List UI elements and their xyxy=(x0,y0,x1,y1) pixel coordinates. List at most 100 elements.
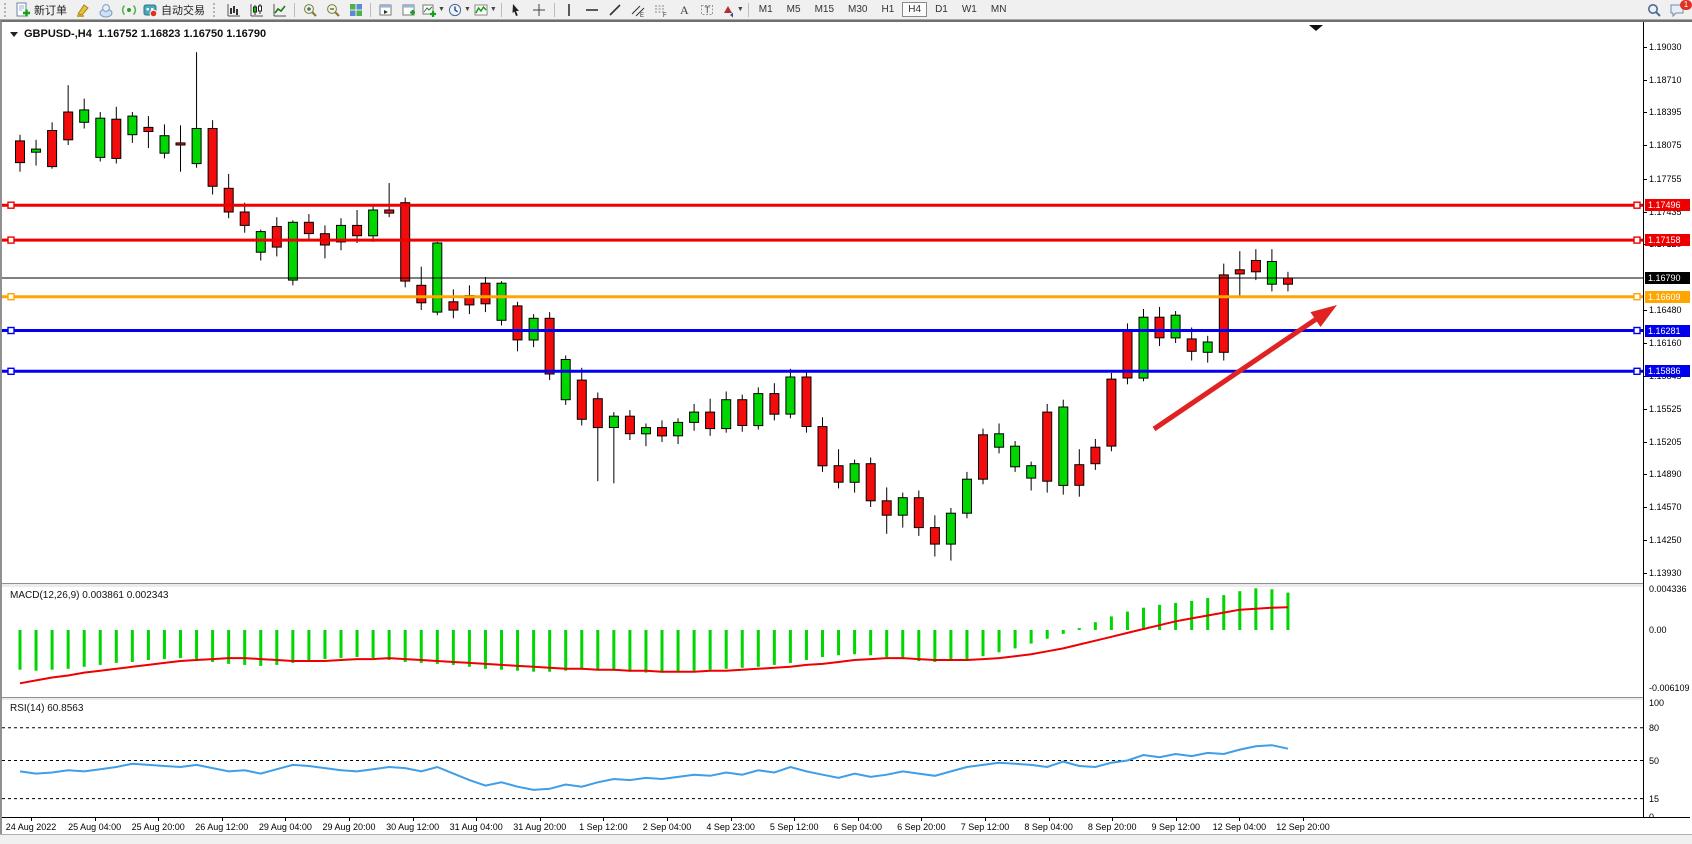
svg-text:A: A xyxy=(680,3,689,17)
chart-ohlc-values: 1.16752 1.16823 1.16750 1.16790 xyxy=(98,28,266,40)
hline-price-badge: 1.17158 xyxy=(1645,234,1690,246)
timeframe-button-mn[interactable]: MN xyxy=(985,2,1013,17)
price-tick-label: 1.15205 xyxy=(1649,437,1682,447)
new-window-button[interactable] xyxy=(397,1,420,19)
fibonacci-tool[interactable]: F xyxy=(650,1,673,19)
timeframe-button-h1[interactable]: H1 xyxy=(875,2,900,17)
rsi-legend: RSI(14) 60.8563 xyxy=(10,703,83,714)
toolbar-separator xyxy=(554,3,555,17)
indicators-button[interactable]: ▼ xyxy=(472,1,498,19)
price-tick-mark xyxy=(1644,343,1647,344)
notification-badge: 1 xyxy=(1680,0,1692,10)
new-order-button[interactable]: 新订单 xyxy=(13,1,71,19)
chart-legend: GBPUSD-,H4 1.16752 1.16823 1.16750 1.167… xyxy=(10,28,266,40)
text-tool[interactable]: A xyxy=(673,1,696,19)
new-chart-button[interactable]: ▼ xyxy=(420,1,446,19)
channel-tool[interactable]: E xyxy=(627,1,650,19)
time-tick-label: 9 Sep 12:00 xyxy=(1152,822,1201,832)
timeframe-button-h4[interactable]: H4 xyxy=(902,2,927,17)
tile-windows-button[interactable] xyxy=(344,1,367,19)
time-tick-mark xyxy=(349,818,350,821)
timeframe-button-m5[interactable]: M5 xyxy=(781,2,807,17)
toolbar-separator xyxy=(748,3,749,17)
toolbar-grip xyxy=(213,3,219,17)
crosshair-tool-button[interactable] xyxy=(528,1,551,19)
time-tick-label: 8 Sep 04:00 xyxy=(1024,822,1073,832)
time-tick-mark xyxy=(731,818,732,821)
label-tool[interactable]: T xyxy=(696,1,719,19)
line-handle[interactable] xyxy=(8,237,14,243)
hline-price-badge: 1.16281 xyxy=(1645,325,1690,337)
timeframe-button-m15[interactable]: M15 xyxy=(809,2,840,17)
price-tick-label: 1.14250 xyxy=(1649,535,1682,545)
timeframe-button-m1[interactable]: M1 xyxy=(753,2,779,17)
time-tick-label: 26 Aug 12:00 xyxy=(195,822,248,832)
timeframe-button-w1[interactable]: W1 xyxy=(956,2,983,17)
window-list-button[interactable] xyxy=(374,1,397,19)
timeframe-button-d1[interactable]: D1 xyxy=(929,2,954,17)
time-tick-mark xyxy=(603,818,604,821)
chart-symbol: GBPUSD-,H4 xyxy=(24,28,92,40)
period-button[interactable]: ▼ xyxy=(446,1,472,19)
price-tick-label: 1.16480 xyxy=(1649,305,1682,315)
autotrade-label: 自动交易 xyxy=(161,2,205,18)
zoom-in-button[interactable] xyxy=(298,1,321,19)
line-handle[interactable] xyxy=(8,294,14,300)
chart-plot[interactable] xyxy=(2,22,1690,835)
line-handle[interactable] xyxy=(1634,328,1640,334)
bar-chart-button[interactable] xyxy=(222,1,245,19)
price-tick-mark xyxy=(1644,80,1647,81)
line-chart-button[interactable] xyxy=(268,1,291,19)
rsi-series xyxy=(2,728,1643,799)
cursor-tool-button[interactable] xyxy=(505,1,528,19)
vertical-line-tool[interactable] xyxy=(558,1,581,19)
time-tick-mark xyxy=(1112,818,1113,821)
chat-icon[interactable]: 1 xyxy=(1665,1,1688,19)
timeframe-button-m30[interactable]: M30 xyxy=(842,2,873,17)
arrows-tool[interactable]: ▼ xyxy=(719,1,745,19)
line-handle[interactable] xyxy=(1634,368,1640,374)
symbol-dropdown-icon[interactable] xyxy=(10,32,18,37)
candle-chart-button[interactable] xyxy=(245,1,268,19)
time-tick-label: 5 Sep 12:00 xyxy=(770,822,819,832)
highlighter-icon[interactable] xyxy=(71,1,94,19)
mt4-window: 新订单自动交易▼▼▼EFAT▼M1M5M15M30H1H4D1W1MN1 GBP… xyxy=(0,0,1692,844)
time-tick-label: 12 Sep 04:00 xyxy=(1213,822,1267,832)
price-tick-label: 1.18075 xyxy=(1649,140,1682,150)
horizontal-line-tool[interactable] xyxy=(581,1,604,19)
rsi-axis-label: 15 xyxy=(1649,794,1659,804)
chart-window[interactable]: GBPUSD-,H4 1.16752 1.16823 1.16750 1.167… xyxy=(0,20,1692,837)
price-tick-mark xyxy=(1644,507,1647,508)
toolbar: 新订单自动交易▼▼▼EFAT▼M1M5M15M30H1H4D1W1MN1 xyxy=(0,0,1692,20)
line-handle[interactable] xyxy=(8,328,14,334)
new-order-label: 新订单 xyxy=(34,2,67,18)
price-tick-label: 1.14570 xyxy=(1649,502,1682,512)
time-tick-mark xyxy=(1049,818,1050,821)
line-handle[interactable] xyxy=(1634,294,1640,300)
signal-icon[interactable] xyxy=(117,1,140,19)
zoom-out-button[interactable] xyxy=(321,1,344,19)
hline-price-badge: 1.15886 xyxy=(1645,365,1690,377)
time-tick-label: 29 Aug 04:00 xyxy=(259,822,312,832)
price-tick-label: 1.18395 xyxy=(1649,107,1682,117)
price-tick-mark xyxy=(1644,310,1647,311)
trendline-tool[interactable] xyxy=(604,1,627,19)
community-icon[interactable] xyxy=(94,1,117,19)
line-handle[interactable] xyxy=(1634,237,1640,243)
time-tick-label: 30 Aug 12:00 xyxy=(386,822,439,832)
time-tick-mark xyxy=(1303,818,1304,821)
search-icon[interactable] xyxy=(1642,1,1665,19)
price-tick-label: 1.14890 xyxy=(1649,469,1682,479)
line-handle[interactable] xyxy=(8,368,14,374)
line-handle[interactable] xyxy=(8,202,14,208)
time-tick-label: 1 Sep 12:00 xyxy=(579,822,628,832)
chart-shift-marker-icon[interactable] xyxy=(1309,25,1323,31)
price-tick-label: 1.15525 xyxy=(1649,404,1682,414)
time-tick-mark xyxy=(667,818,668,821)
price-tick-mark xyxy=(1644,442,1647,443)
autotrade-button[interactable]: 自动交易 xyxy=(140,1,209,19)
price-axis[interactable]: 1.190301.187101.183951.180751.177551.174… xyxy=(1643,22,1691,817)
time-tick-mark xyxy=(95,818,96,821)
line-handle[interactable] xyxy=(1634,202,1640,208)
time-tick-label: 12 Sep 20:00 xyxy=(1276,822,1330,832)
